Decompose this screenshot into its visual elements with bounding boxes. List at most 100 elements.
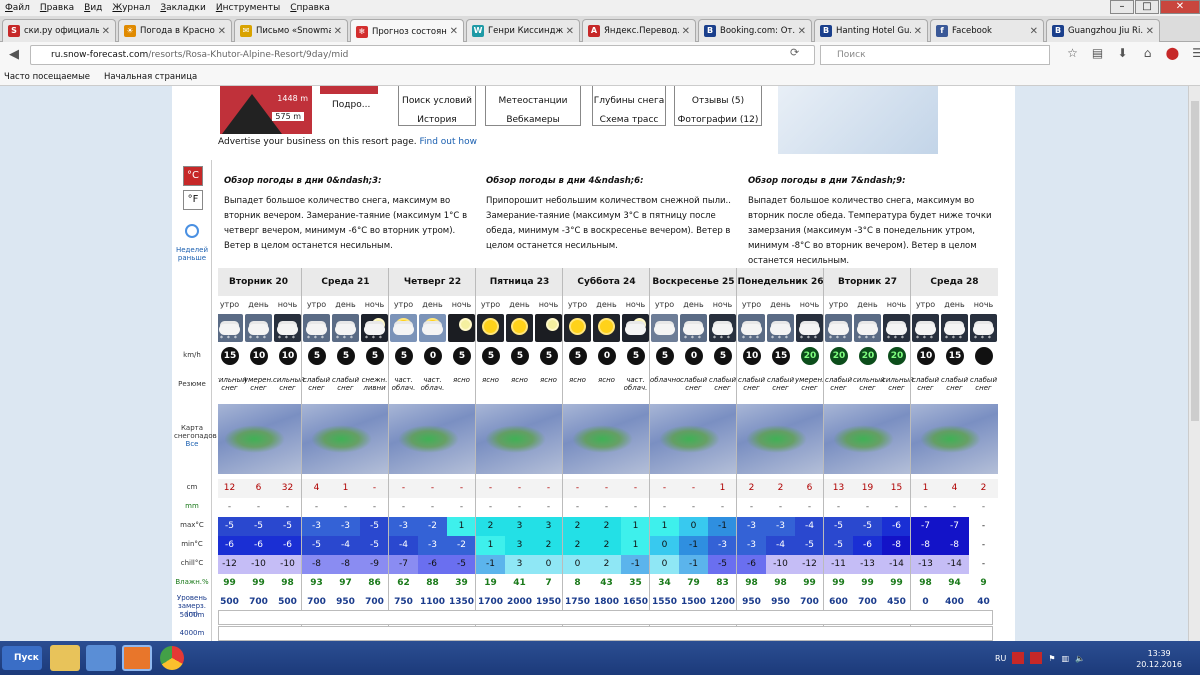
menu-item-4[interactable]: Закладки [155,3,211,13]
flag-icon[interactable]: ⚑ [1048,654,1055,663]
tab-4[interactable]: W Генри Киссиндж...✕ [466,19,580,42]
cloud-shape [828,324,849,335]
tab-7[interactable]: B Hanting Hotel Gu... ✕ [814,19,928,42]
tab-9[interactable]: B Guangzhou Jiu Ri... ✕ [1046,19,1160,42]
time-slot: день * * * 15 слабый снег 2- -3 -4 -10 98 950 [766,268,795,641]
day-column: Среда 21 утро * * * 5 слабый снег 4- -3 -5 -8 93 7… [301,268,389,641]
tab-1[interactable]: ☀ Погода в Красно...✕ [118,19,232,42]
rain-value: - [418,498,447,517]
fahrenheit-button[interactable]: °F [183,190,203,210]
time-slot: ночь * * * 10 сильный снег 32- -5 -6 -10 98 500 [273,268,305,641]
explorer-icon[interactable] [50,645,80,671]
tab-3[interactable]: ❄ Прогноз состоян...✕ [350,19,464,43]
podro-link[interactable]: Подро... [332,100,370,110]
menu-item-0[interactable]: Файл [0,3,35,13]
menu-icon[interactable]: ☰ [1185,46,1200,60]
day-column: Воскресенье 25 утро 5 облачно - -1 0 0 34 1550 ден… [649,268,737,641]
vertical-scrollbar[interactable] [1188,86,1200,641]
nav-label-1[interactable]: Глубины снега [593,92,665,111]
clock[interactable]: 13:39 20.12.2016 [1136,648,1182,670]
media-player-icon[interactable] [86,645,116,671]
tab-2[interactable]: ✉ Письмо «Snowma...✕ [234,19,348,42]
tab-6[interactable]: B Booking.com: От... ✕ [698,19,812,42]
nav-label-1[interactable]: Отзывы (5) [675,92,761,111]
nav-label-2[interactable]: Фотографии (12) [675,111,761,130]
nav-label-1[interactable]: Метеостанции [486,92,580,111]
bookmark-0[interactable]: Часто посещаемые [4,72,90,82]
forecast-summary: слабый снег [302,376,330,392]
volume-icon[interactable]: 🔈 [1075,654,1085,663]
close-tab-icon[interactable]: ✕ [334,26,342,37]
tray-icon-f[interactable] [1012,652,1025,664]
maximize-button[interactable]: □ [1135,0,1159,14]
scroll-thumb[interactable] [1191,101,1199,421]
slot-label: день [944,300,965,309]
menu-item-5[interactable]: Инструменты [211,3,285,13]
map-all-link[interactable]: Все [186,440,199,448]
min-value: -6 [853,536,882,555]
tab-5[interactable]: A Яндекс.Перевод... ✕ [582,19,696,42]
menu-item-6[interactable]: Справка [285,3,335,13]
nav-label-1[interactable]: Поиск условий [399,92,475,111]
start-button[interactable]: Пуск [2,646,42,670]
slot-label: ночь [364,300,385,309]
firefox-icon[interactable] [122,645,152,671]
language-indicator[interactable]: RU [995,654,1006,663]
hum-value: 7 [545,578,552,588]
home-icon[interactable]: ⌂ [1135,46,1160,60]
resort-nav-item-1[interactable]: Метеостанции Вебкамеры [485,86,581,126]
close-tab-icon[interactable]: ✕ [102,26,110,37]
nav-label-2[interactable]: Схема трасс [593,111,665,130]
min-value: 3 [505,536,534,555]
close-tab-icon[interactable]: ✕ [218,26,226,37]
close-tab-icon[interactable]: ✕ [450,26,458,37]
close-tab-icon[interactable]: ✕ [566,26,574,37]
download-icon[interactable]: ⬇ [1110,46,1135,60]
close-window-button[interactable]: ✕ [1160,0,1200,14]
close-tab-icon[interactable]: ✕ [682,26,690,37]
close-tab-icon[interactable]: ✕ [1146,26,1154,37]
resort-nav-item-2[interactable]: Глубины снега Схема трасс [592,86,666,126]
forecast-summary: слабый снег [331,376,359,392]
time-slot: ночь * * * 5 снежн. ливни - - -5 -5 -9 86 700 [360,268,389,641]
close-tab-icon[interactable]: ✕ [1030,26,1038,37]
minimize-button[interactable]: – [1110,0,1134,14]
menu-item-3[interactable]: Журнал [107,3,155,13]
url-bar[interactable]: ru.snow-forecast.com/resorts/Rosa-Khutor… [30,45,815,65]
reading-list-icon[interactable]: ▤ [1085,46,1110,60]
bookmark-1[interactable]: Начальная страница [104,72,197,82]
resort-nav-item-0[interactable]: Поиск условий История [398,86,476,126]
celsius-button[interactable]: °C [183,166,203,186]
resort-nav-item-3[interactable]: Отзывы (5) Фотографии (12) [674,86,762,126]
nav-label-2[interactable]: Вебкамеры [486,111,580,130]
tab-0[interactable]: Sски.ру официаль...✕ [2,19,116,42]
menu-item-2[interactable]: Вид [79,3,107,13]
adblock-icon[interactable]: ⬤ [1160,46,1185,60]
tab-bar: Sски.ру официаль...✕☀Погода в Красно...✕… [0,16,1200,43]
snowflakes: * * * [945,335,963,342]
moonclear-weather-icon [448,314,475,342]
back-button[interactable]: ◀ [4,45,24,65]
advert-link[interactable]: Find out how [419,137,476,147]
cloud-shape [944,324,965,335]
search-input[interactable]: Поиск [820,45,1050,65]
snow-weather-icon: * * * [825,314,852,342]
moonclear-weather-icon [535,314,562,342]
hum-value: 88 [426,578,439,588]
clock-date: 20.12.2016 [1136,660,1182,669]
close-tab-icon[interactable]: ✕ [798,26,806,37]
rain-value: - [218,498,244,517]
nav-label-2[interactable]: История [399,111,475,130]
map-label-text: Карта снегопадов [174,424,217,440]
close-tab-icon[interactable]: ✕ [914,26,922,37]
bookmark-star-icon[interactable]: ☆ [1060,46,1085,60]
rain-value: - [650,498,679,517]
network-icon[interactable]: ▥ [1062,654,1070,663]
tab-8[interactable]: f Facebook ✕ [930,19,1044,42]
reload-icon[interactable]: ⟳ [790,46,799,59]
clock-icon[interactable] [185,224,199,238]
chrome-icon[interactable] [160,646,184,670]
tray-icon-acrobat[interactable] [1030,652,1043,664]
earlier-week-link[interactable]: Неделей раньше [172,246,212,262]
menu-item-1[interactable]: Правка [35,3,79,13]
